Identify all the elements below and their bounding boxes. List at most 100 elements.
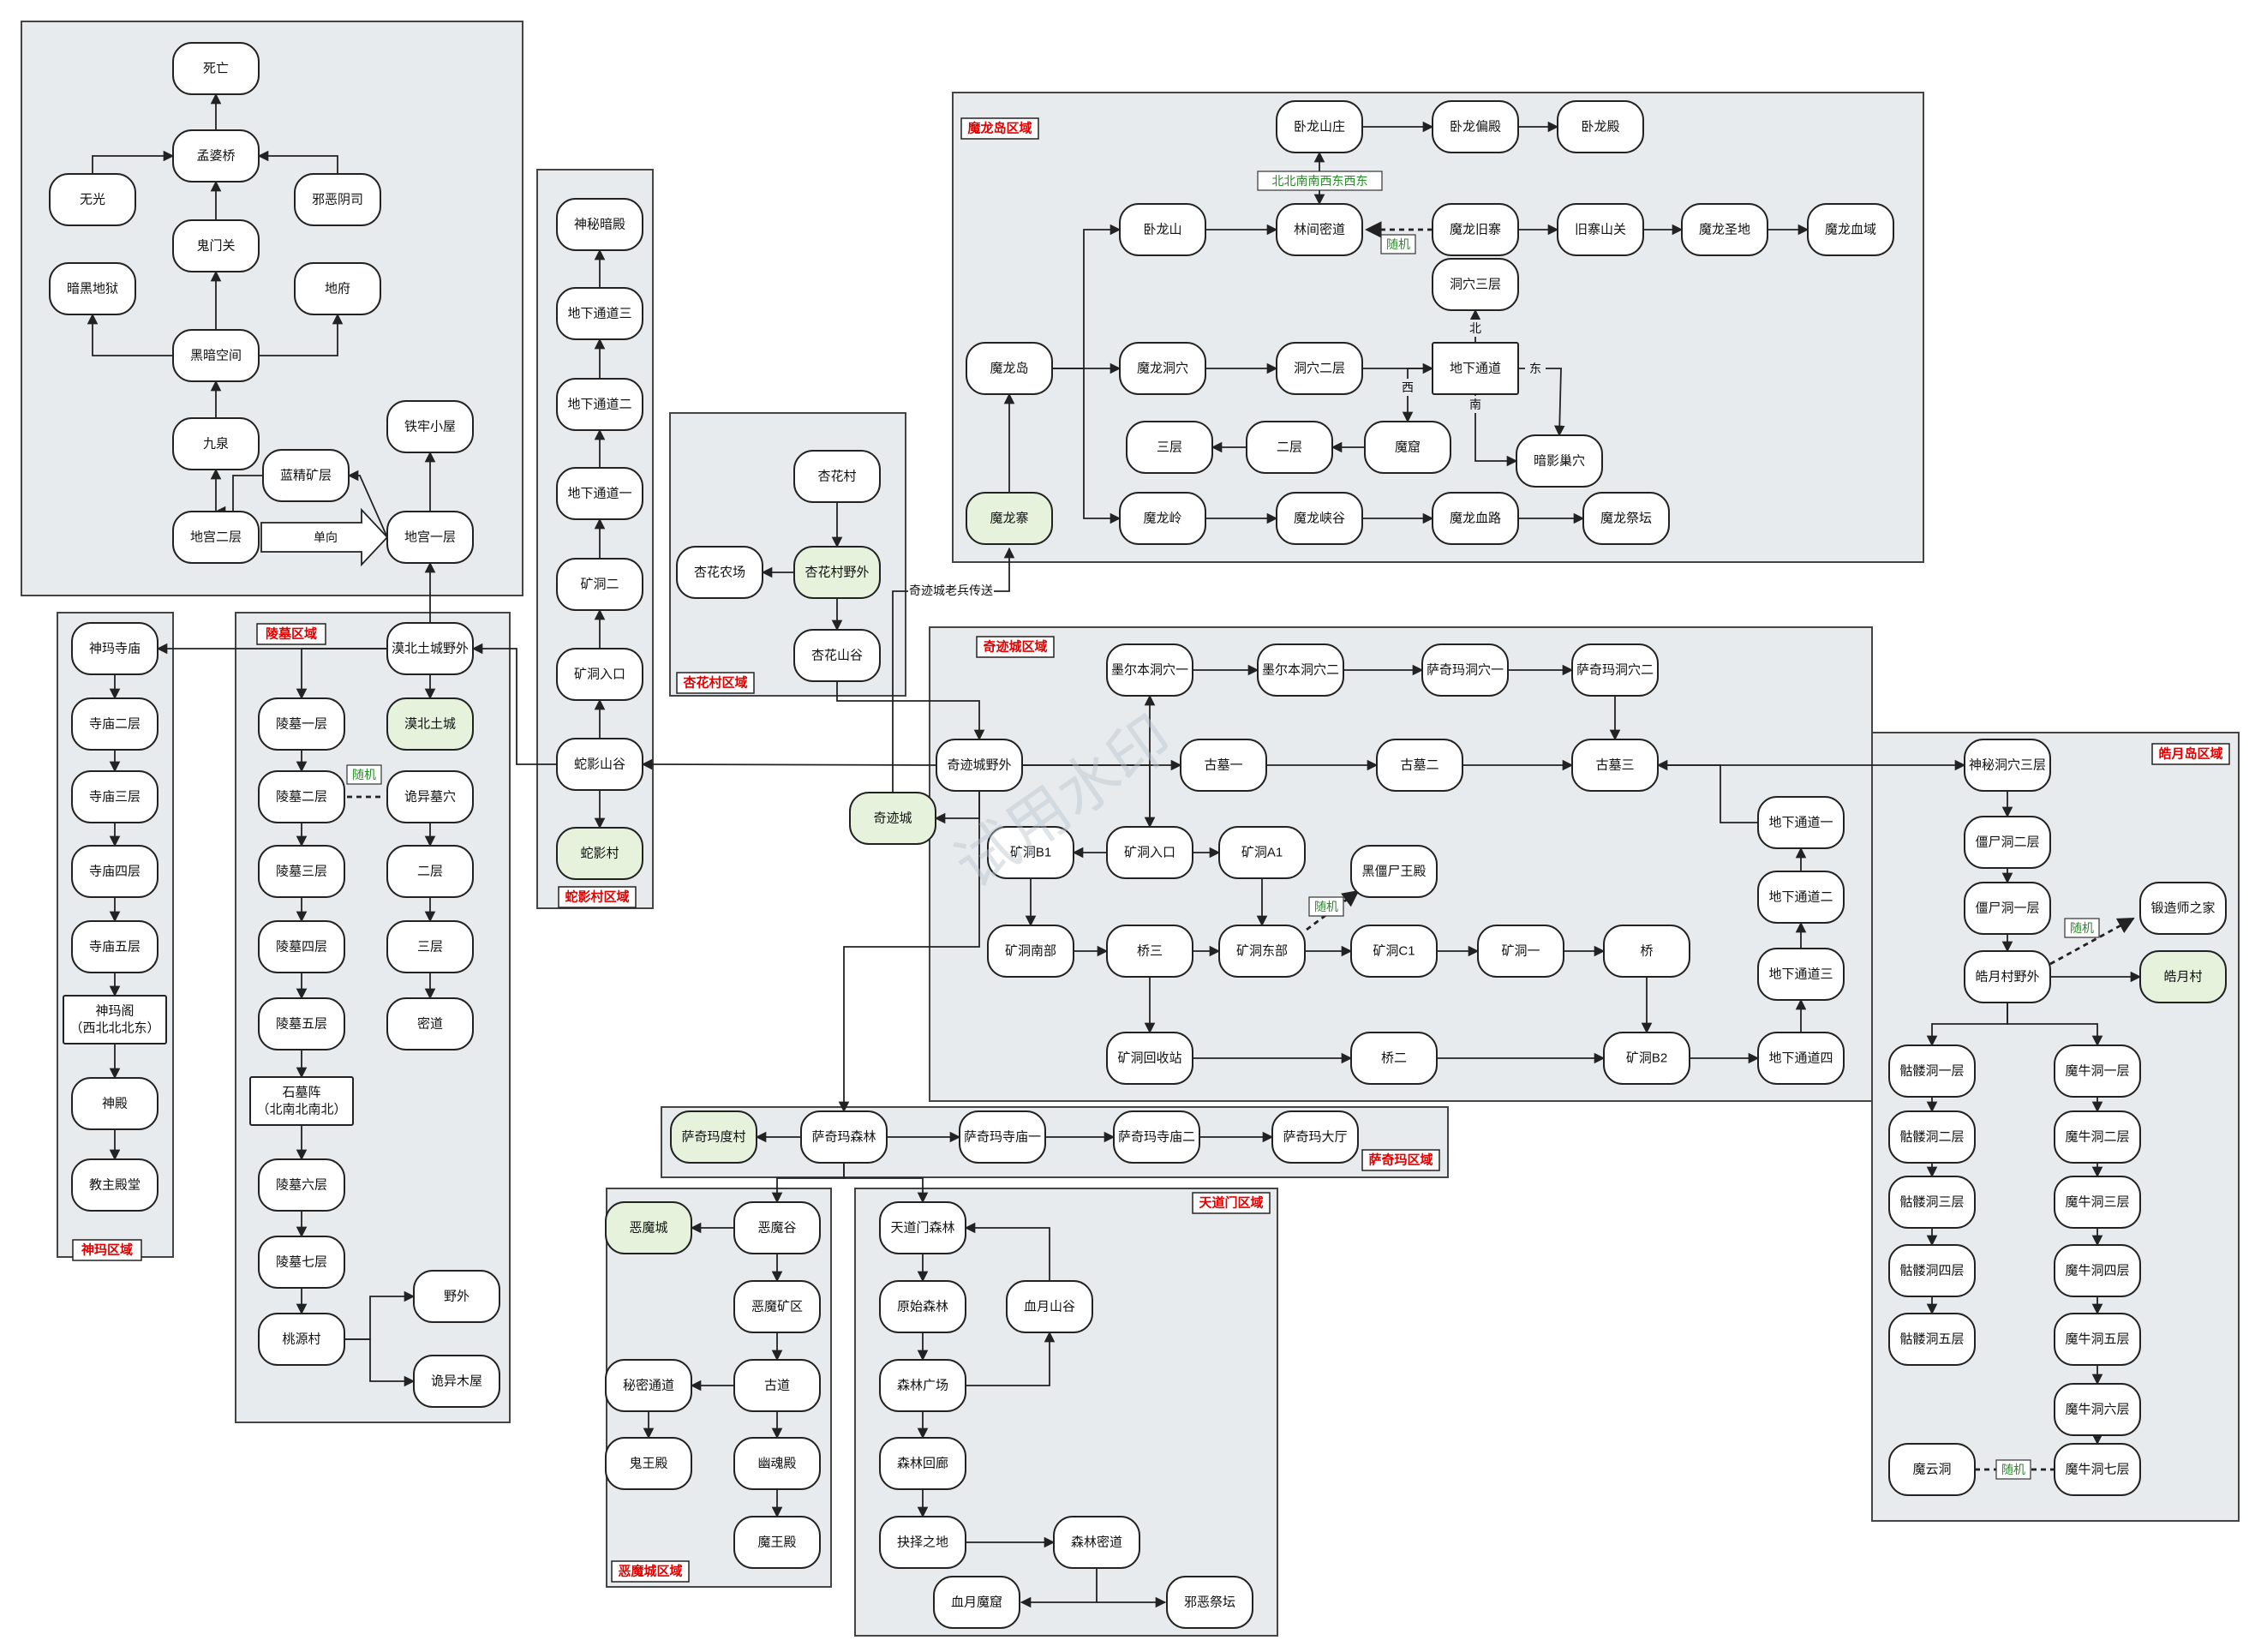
node-heian[interactable]: 黑暗空间 [172, 329, 260, 382]
node-jiuquan[interactable]: 九泉 [172, 417, 260, 470]
node-lm6[interactable]: 陵墓六层 [258, 1158, 345, 1212]
node-moku[interactable]: 魔窟 [1364, 421, 1451, 474]
node-qjdx2[interactable]: 地下通道二 [1757, 871, 1845, 924]
node-sheyingcun[interactable]: 蛇影村 [556, 827, 643, 880]
node-qiao3[interactable]: 桥三 [1106, 925, 1193, 978]
node-mn6[interactable]: 魔牛洞六层 [2054, 1383, 2141, 1436]
node-dongxue3[interactable]: 洞穴三层 [1432, 258, 1519, 311]
node-xinghuacun[interactable]: 杏花村 [793, 450, 881, 503]
node-saqimasm2[interactable]: 萨奇玛寺庙二 [1113, 1110, 1200, 1164]
node-tielao[interactable]: 铁牢小屋 [386, 400, 474, 453]
node-gudao[interactable]: 古道 [733, 1359, 821, 1412]
node-haoyueye[interactable]: 皓月村野外 [1964, 950, 2051, 1003]
node-moyun[interactable]: 魔云洞 [1888, 1443, 1976, 1496]
node-mn4[interactable]: 魔牛洞四层 [2054, 1244, 2141, 1297]
node-mobei[interactable]: 漠北土城野外 [386, 622, 474, 675]
node-shenmage[interactable]: 神玛阁 （西北北北东） [63, 995, 167, 1044]
node-shimu[interactable]: 石墓阵 （北南北南北） [249, 1076, 354, 1126]
node-jiangshi1[interactable]: 僵尸洞一层 [1964, 882, 2051, 935]
node-molongdao[interactable]: 魔龙岛 [966, 342, 1053, 395]
node-taoyuan[interactable]: 桃源村 [258, 1313, 345, 1366]
node-shenmi3[interactable]: 神秘洞穴三层 [1964, 739, 2051, 792]
node-xinghuashangu[interactable]: 杏花山谷 [793, 629, 881, 682]
node-kdhuishou[interactable]: 矿洞回收站 [1106, 1032, 1193, 1085]
node-jueze[interactable]: 抉择之地 [879, 1516, 966, 1569]
node-lm7[interactable]: 陵墓七层 [258, 1236, 345, 1289]
node-kdb2[interactable]: 矿洞B2 [1603, 1032, 1690, 1085]
node-saqimasm1[interactable]: 萨奇玛寺庙一 [959, 1110, 1046, 1164]
node-xinghuanongchang[interactable]: 杏花农场 [676, 546, 763, 599]
node-xinghuaye[interactable]: 杏花村野外 [793, 546, 881, 599]
node-gumu1[interactable]: 古墓一 [1180, 739, 1267, 792]
node-lm5[interactable]: 陵墓五层 [258, 997, 345, 1050]
node-jiangshi2[interactable]: 僵尸洞二层 [1964, 816, 2051, 869]
node-kl1[interactable]: 骷髅洞一层 [1888, 1044, 1976, 1098]
node-guiyi[interactable]: 诡异墓穴 [386, 770, 474, 823]
node-anhei[interactable]: 暗黑地狱 [49, 262, 136, 315]
node-qjdx4[interactable]: 地下通道四 [1757, 1032, 1845, 1085]
node-saqi1[interactable]: 萨奇玛洞穴一 [1421, 643, 1509, 697]
node-qijicheng[interactable]: 奇迹城 [849, 792, 936, 845]
node-lm3[interactable]: 陵墓三层 [258, 845, 345, 898]
node-xiee[interactable]: 邪恶阴司 [294, 173, 381, 226]
node-senlinhui[interactable]: 森林回廊 [879, 1437, 966, 1490]
node-kddong[interactable]: 矿洞东部 [1218, 925, 1306, 978]
node-molongzhai[interactable]: 魔龙寨 [966, 492, 1053, 545]
node-molongjitan[interactable]: 魔龙祭坛 [1582, 492, 1670, 545]
node-mn7[interactable]: 魔牛洞七层 [2054, 1443, 2141, 1496]
node-qiao2[interactable]: 桥二 [1350, 1032, 1438, 1085]
node-sm5[interactable]: 寺庙五层 [71, 920, 159, 973]
node-molongxuelu[interactable]: 魔龙血路 [1432, 492, 1519, 545]
node-wolongpiandian[interactable]: 卧龙偏殿 [1432, 100, 1519, 153]
node-kdnan[interactable]: 矿洞南部 [987, 925, 1074, 978]
node-saqimadt[interactable]: 萨奇玛大厅 [1271, 1110, 1359, 1164]
node-kdc1[interactable]: 矿洞C1 [1350, 925, 1438, 978]
node-mengpo[interactable]: 孟婆桥 [172, 129, 260, 183]
node-molongxiagu[interactable]: 魔龙峡谷 [1276, 492, 1363, 545]
node-dx1[interactable]: 地下通道一 [556, 467, 643, 520]
node-digong2[interactable]: 地宫二层 [172, 511, 260, 564]
node-kdrk[interactable]: 矿洞入口 [556, 648, 643, 701]
node-kl4[interactable]: 骷髅洞四层 [1888, 1244, 1976, 1297]
node-kd2[interactable]: 矿洞二 [556, 558, 643, 611]
node-qiao[interactable]: 桥 [1603, 925, 1690, 978]
node-wolongshan[interactable]: 卧龙山 [1119, 203, 1206, 256]
node-kl3[interactable]: 骷髅洞三层 [1888, 1176, 1976, 1229]
node-lmer[interactable]: 二层 [386, 845, 474, 898]
node-linjian[interactable]: 林间密道 [1276, 203, 1363, 256]
node-moer1[interactable]: 墨尔本洞穴一 [1106, 643, 1193, 697]
node-sanceng[interactable]: 三层 [1126, 421, 1213, 474]
node-senlinmi[interactable]: 森林密道 [1053, 1516, 1140, 1569]
node-erceng[interactable]: 二层 [1246, 421, 1333, 474]
node-saqimadu[interactable]: 萨奇玛度村 [670, 1110, 757, 1164]
node-wolongdian[interactable]: 卧龙殿 [1557, 100, 1644, 153]
node-molongjiu[interactable]: 魔龙旧寨 [1432, 203, 1519, 256]
node-jiaozhu[interactable]: 教主殿堂 [71, 1158, 159, 1212]
node-lm1[interactable]: 陵墓一层 [258, 697, 345, 751]
node-moer2[interactable]: 墨尔本洞穴二 [1257, 643, 1344, 697]
node-youhun[interactable]: 幽魂殿 [733, 1437, 821, 1490]
node-mn5[interactable]: 魔牛洞五层 [2054, 1313, 2141, 1366]
node-emogu[interactable]: 恶魔谷 [733, 1201, 821, 1254]
node-kl2[interactable]: 骷髅洞二层 [1888, 1110, 1976, 1164]
node-haoyuecun[interactable]: 皓月村 [2139, 950, 2227, 1003]
node-guiyimuwu[interactable]: 诡异木屋 [413, 1355, 500, 1408]
node-mn3[interactable]: 魔牛洞三层 [2054, 1176, 2141, 1229]
node-xueyuemo[interactable]: 血月魔窟 [933, 1576, 1020, 1629]
node-wolongshanzhuang[interactable]: 卧龙山庄 [1276, 100, 1363, 153]
node-emokuang[interactable]: 恶魔矿区 [733, 1280, 821, 1333]
node-saqimasl[interactable]: 萨奇玛森林 [800, 1110, 888, 1164]
node-kda1[interactable]: 矿洞A1 [1218, 826, 1306, 879]
node-dx2[interactable]: 地下通道二 [556, 378, 643, 431]
node-shendian[interactable]: 神殿 [71, 1077, 159, 1130]
node-mn2[interactable]: 魔牛洞二层 [2054, 1110, 2141, 1164]
node-sm2[interactable]: 寺庙二层 [71, 697, 159, 751]
node-mobeicheng[interactable]: 漠北土城 [386, 697, 474, 751]
node-lanjing[interactable]: 蓝精矿层 [262, 449, 350, 502]
node-molongdongxue[interactable]: 魔龙洞穴 [1119, 342, 1206, 395]
node-dx3[interactable]: 地下通道三 [556, 287, 643, 340]
node-kl5[interactable]: 骷髅洞五层 [1888, 1313, 1976, 1366]
node-wuguang[interactable]: 无光 [49, 173, 136, 226]
node-siwang[interactable]: 死亡 [172, 42, 260, 95]
node-mn1[interactable]: 魔牛洞一层 [2054, 1044, 2141, 1098]
